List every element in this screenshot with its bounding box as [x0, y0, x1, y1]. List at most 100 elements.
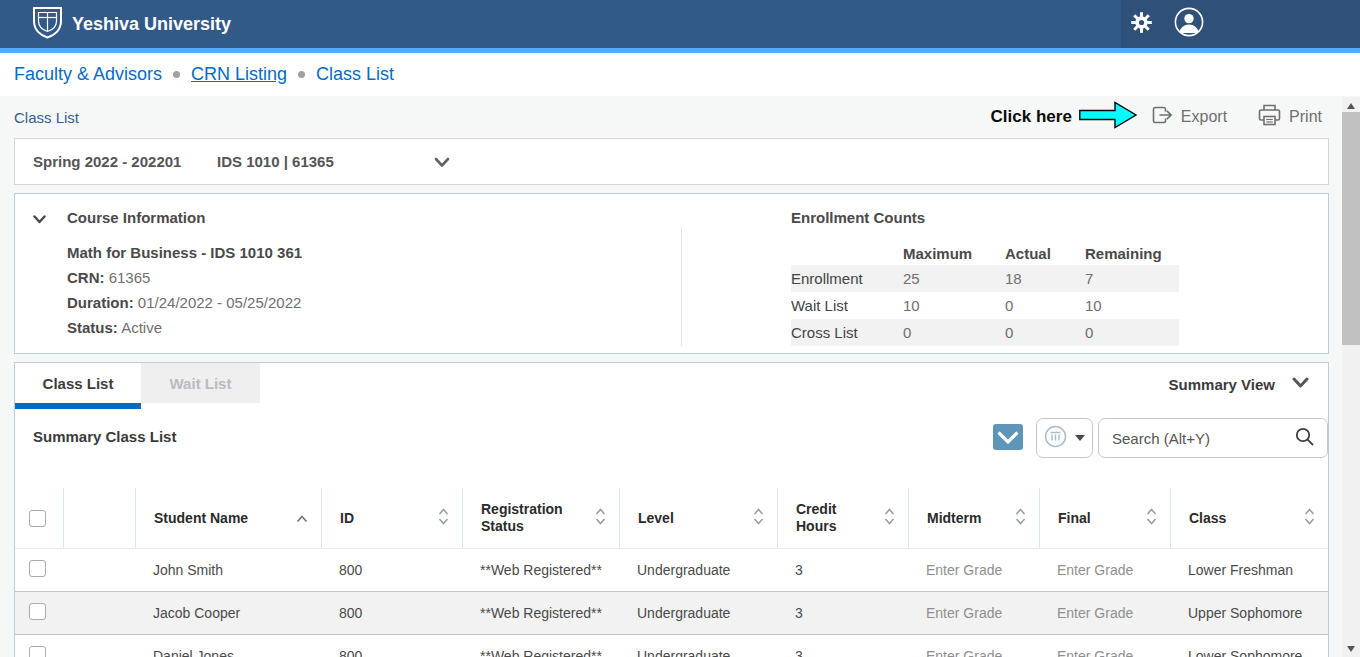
email-button[interactable]: [993, 424, 1023, 450]
tab-class-list[interactable]: Class List: [15, 363, 141, 403]
cell-credit-hours: 3: [777, 605, 908, 621]
course-status: Status: Active: [67, 315, 302, 340]
toolbar-actions: Click here Export: [991, 96, 1322, 138]
breadcrumb-separator-icon: [298, 71, 305, 78]
col-header-level[interactable]: Level: [619, 488, 777, 548]
view-mode-label: Summary View: [1169, 376, 1275, 393]
col-header-midterm[interactable]: Midterm: [908, 488, 1039, 548]
enrollment-row: Cross List 0 0 0: [791, 319, 1179, 346]
select-all-checkbox[interactable]: [29, 510, 46, 527]
class-list-page: Yeshiva University: [0, 0, 1360, 657]
select-all-cell: [15, 488, 63, 548]
selected-term: Spring 2022 - 202201: [33, 153, 181, 170]
cell-midterm-enter-grade[interactable]: Enter Grade: [908, 605, 1039, 621]
dropdown-caret-icon: [1075, 435, 1085, 441]
print-label: Print: [1289, 108, 1322, 126]
cell-final-enter-grade[interactable]: Enter Grade: [1039, 562, 1170, 578]
enrollment-counts-table: Maximum Actual Remaining Enrollment 25 1…: [791, 241, 1179, 346]
term-course-selector[interactable]: Spring 2022 - 202201 IDS 1010 | 61365: [14, 138, 1329, 185]
table-row: Daniel Jones 800 **Web Registered** Unde…: [15, 635, 1328, 657]
table-row: John Smith 800 **Web Registered** Underg…: [15, 549, 1328, 592]
enrollment-row: Enrollment 25 18 7: [791, 265, 1179, 292]
settings-button[interactable]: [1126, 0, 1156, 48]
cell-midterm-enter-grade[interactable]: Enter Grade: [908, 562, 1039, 578]
active-tab-indicator: [15, 403, 141, 409]
cell-class: Lower Sophomore: [1170, 648, 1328, 657]
row-checkbox[interactable]: [29, 560, 46, 577]
enrollment-counts-title: Enrollment Counts: [791, 209, 925, 226]
sort-asc-icon: [296, 510, 308, 527]
sort-icon: [1146, 508, 1157, 529]
enrollment-col-remaining: Remaining: [1085, 245, 1179, 262]
cell-student-name: Daniel Jones: [135, 648, 321, 657]
course-info-collapse-icon[interactable]: [33, 210, 46, 228]
breadcrumb-faculty-advisors[interactable]: Faculty & Advisors: [14, 64, 162, 85]
cell-student-name: John Smith: [135, 562, 321, 578]
brand: Yeshiva University: [32, 7, 231, 41]
export-label: Export: [1181, 108, 1227, 126]
sort-icon: [1015, 508, 1026, 529]
selector-chevron-down-icon[interactable]: [434, 154, 450, 172]
breadcrumb-crn-listing[interactable]: CRN Listing: [191, 64, 287, 85]
columns-circle-icon: [1044, 425, 1067, 452]
course-info-title: Course Information: [67, 209, 205, 226]
cell-final-enter-grade[interactable]: Enter Grade: [1039, 605, 1170, 621]
search-box: [1098, 418, 1328, 458]
print-icon: [1257, 104, 1282, 130]
course-crn: CRN: 61365: [67, 265, 302, 290]
click-here-annotation: Click here: [991, 107, 1072, 127]
cell-credit-hours: 3: [777, 562, 908, 578]
col-header-final[interactable]: Final: [1039, 488, 1170, 548]
cell-registration-status: **Web Registered**: [462, 605, 619, 621]
sort-icon: [595, 508, 606, 529]
cell-level: Undergraduate: [619, 648, 777, 657]
row-checkbox[interactable]: [29, 646, 46, 657]
cell-midterm-enter-grade[interactable]: Enter Grade: [908, 648, 1039, 657]
col-header-class[interactable]: Class: [1170, 488, 1328, 548]
panel-divider: [681, 227, 682, 346]
cell-class: Lower Freshman: [1170, 562, 1328, 578]
export-icon: [1151, 105, 1174, 129]
search-input[interactable]: [1099, 430, 1294, 447]
sort-icon: [438, 508, 449, 529]
sort-icon: [1304, 508, 1315, 529]
list-heading: Summary Class List: [33, 428, 176, 445]
sort-icon: [884, 508, 895, 529]
table-row: Jacob Cooper 800 **Web Registered** Unde…: [15, 592, 1328, 635]
course-title: Math for Business - IDS 1010 361: [67, 240, 302, 265]
header-blank-cell: [63, 488, 135, 548]
breadcrumb: Faculty & Advisors CRN Listing Class Lis…: [0, 53, 1360, 96]
view-mode-dropdown[interactable]: Summary View: [1169, 375, 1309, 393]
cell-final-enter-grade[interactable]: Enter Grade: [1039, 648, 1170, 657]
scrollbar-thumb[interactable]: [1342, 112, 1360, 345]
course-info-details: Math for Business - IDS 1010 361 CRN: 61…: [67, 240, 302, 340]
cell-id: 800: [321, 562, 462, 578]
cell-credit-hours: 3: [777, 648, 908, 657]
scrollbar-down-arrow-icon[interactable]: [1347, 646, 1355, 652]
view-mode-chevron-down-icon: [1292, 375, 1309, 393]
tools-dropdown-button[interactable]: [1036, 418, 1093, 458]
user-menu-button[interactable]: [1172, 0, 1206, 48]
gear-icon: [1131, 12, 1152, 37]
university-shield-logo: [32, 5, 63, 43]
vertical-scrollbar[interactable]: [1342, 97, 1360, 657]
row-checkbox[interactable]: [29, 603, 46, 620]
col-header-registration-status[interactable]: Registration Status: [462, 488, 619, 548]
table-header-row: Student Name ID Registration Status Leve…: [15, 488, 1328, 549]
breadcrumb-class-list[interactable]: Class List: [316, 64, 394, 85]
cell-registration-status: **Web Registered**: [462, 648, 619, 657]
scrollbar-up-arrow-icon[interactable]: [1347, 103, 1355, 109]
app-header: Yeshiva University: [0, 0, 1360, 48]
col-header-id[interactable]: ID: [321, 488, 462, 548]
export-button[interactable]: Export: [1151, 105, 1227, 129]
sort-icon: [753, 508, 764, 529]
col-header-credit-hours[interactable]: Credit Hours: [777, 488, 908, 548]
print-button[interactable]: Print: [1257, 104, 1322, 130]
cell-id: 800: [321, 648, 462, 657]
user-icon: [1174, 7, 1204, 41]
cell-student-name: Jacob Cooper: [135, 605, 321, 621]
course-duration: Duration: 01/24/2022 - 05/25/2022: [67, 290, 302, 315]
col-header-student-name[interactable]: Student Name: [135, 488, 321, 548]
search-icon[interactable]: [1294, 426, 1315, 451]
tab-wait-list[interactable]: Wait List: [141, 363, 260, 403]
